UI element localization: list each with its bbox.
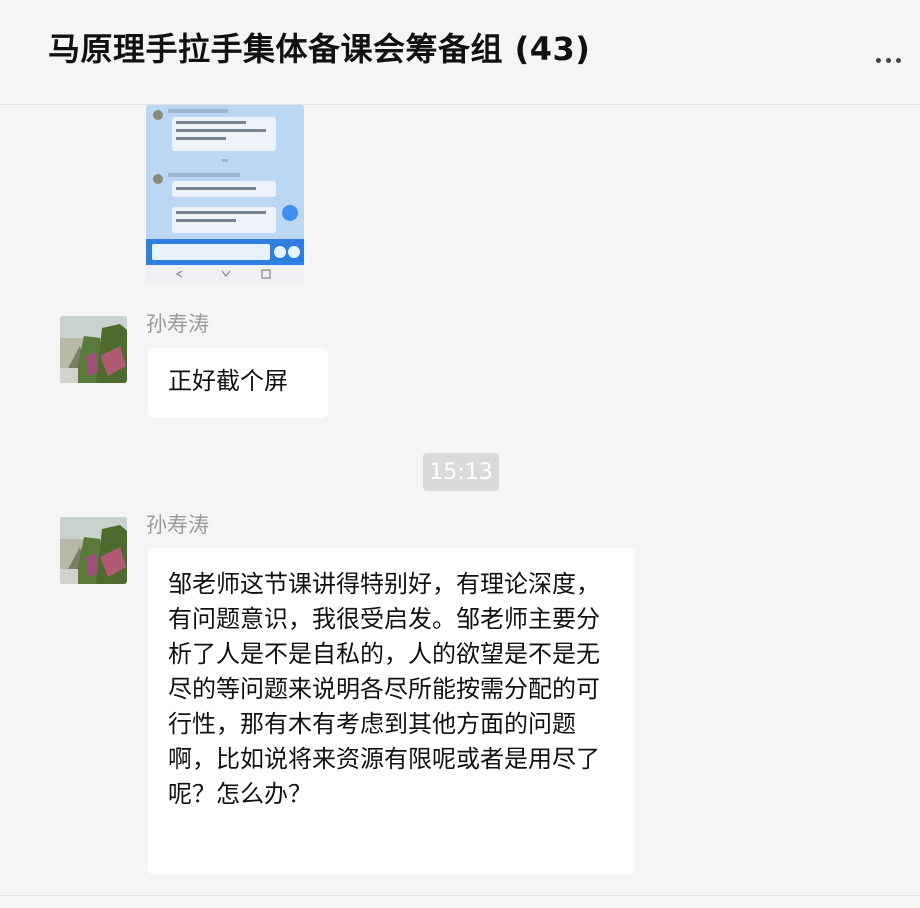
message-bubble[interactable]: 正好截个屏 [148, 348, 328, 418]
message-list[interactable]: 孙寿涛 正好截个屏 15:13 孙寿涛 邹老师这节课讲得特别好，有理论深度，有问… [0, 105, 920, 895]
sender-name: 孙寿涛 [146, 513, 209, 537]
more-options-icon[interactable] [870, 50, 906, 70]
message-bubble[interactable]: 邹老师这节课讲得特别好，有理论深度，有问题意识，我很受启发。邹老师主要分析了人是… [148, 548, 635, 875]
chat-header: 马原理手拉手集体备课会筹备组 (43) [0, 0, 920, 105]
sender-name: 孙寿涛 [146, 312, 209, 336]
timestamp: 15:13 [423, 453, 499, 491]
divider [0, 895, 920, 896]
avatar[interactable] [60, 316, 127, 383]
avatar[interactable] [60, 517, 127, 584]
screenshot-image-message[interactable] [146, 105, 304, 283]
chat-title: 马原理手拉手集体备课会筹备组 (43) [48, 30, 591, 68]
